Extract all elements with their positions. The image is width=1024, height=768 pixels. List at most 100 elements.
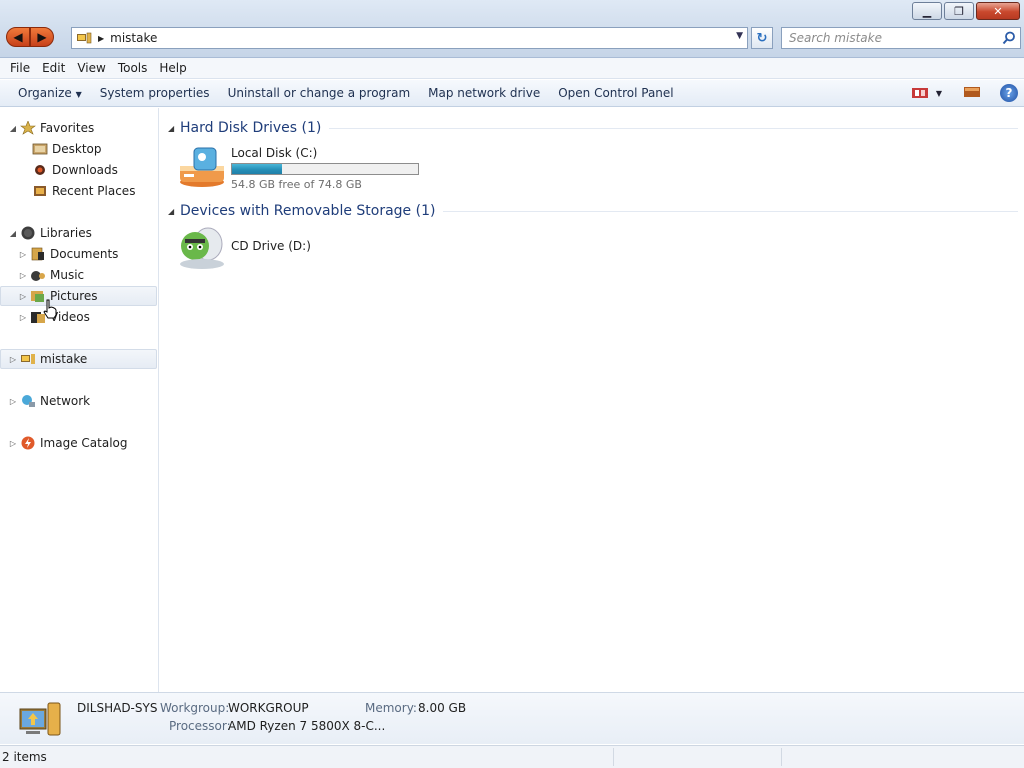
- drive-local-disk-c[interactable]: Local Disk (C:) 54.8 GB free of 74.8 GB: [178, 144, 419, 191]
- help-icon: ?: [1005, 86, 1013, 100]
- forward-button[interactable]: ▶: [30, 27, 54, 47]
- collapse-arrow-icon[interactable]: ▷: [18, 292, 28, 301]
- collapse-arrow-icon[interactable]: ▷: [8, 355, 18, 364]
- title-bar: ▁ ❐ ✕ ◀ ▶ ▶ mistake ▼ ↻ Search mistake: [0, 0, 1024, 58]
- map-network-drive-button[interactable]: Map network drive: [428, 86, 540, 100]
- content-area: ◢ Hard Disk Drives (1) Local Disk (C:) 5…: [160, 108, 1024, 692]
- collapse-arrow-icon[interactable]: ▷: [8, 439, 18, 448]
- group-divider: [443, 210, 1018, 212]
- nav-label: Recent Places: [52, 184, 136, 198]
- collapse-group-icon[interactable]: ◢: [168, 207, 180, 216]
- memory-value: 8.00 GB: [418, 701, 467, 715]
- toolbar-right: ▼ ?: [902, 84, 1018, 102]
- close-button[interactable]: ✕: [976, 2, 1020, 20]
- maximize-button[interactable]: ❐: [944, 2, 974, 20]
- item-count: 2 items: [2, 750, 47, 764]
- memory-label: Memory:: [365, 701, 417, 715]
- drive-free-space: 54.8 GB free of 74.8 GB: [231, 178, 362, 191]
- workgroup-label: Workgroup:: [160, 701, 230, 715]
- uninstall-program-button[interactable]: Uninstall or change a program: [228, 86, 411, 100]
- nav-videos[interactable]: ▷ Videos: [0, 307, 157, 327]
- menu-edit[interactable]: Edit: [36, 61, 71, 75]
- nav-favorites[interactable]: ◢ Favorites: [0, 118, 157, 138]
- navigation-pane: ◢ Favorites Desktop Downloads Recent Pla…: [0, 108, 159, 692]
- organize-button[interactable]: Organize ▼: [18, 86, 82, 100]
- desktop-icon: [32, 143, 48, 155]
- minimize-button[interactable]: ▁: [912, 2, 942, 20]
- nav-recent-places[interactable]: Recent Places: [0, 181, 157, 201]
- image-catalog-icon: [21, 436, 35, 450]
- window-controls: ▁ ❐ ✕: [910, 2, 1020, 20]
- usage-bar-fill: [232, 164, 282, 174]
- expand-arrow-icon[interactable]: ◢: [8, 124, 18, 133]
- menu-file[interactable]: File: [4, 61, 36, 75]
- preview-pane-icon: [964, 86, 980, 97]
- computer-icon: [19, 702, 61, 736]
- drive-info: CD Drive (D:): [231, 226, 311, 270]
- organize-label: Organize: [18, 86, 72, 100]
- collapse-arrow-icon[interactable]: ▷: [18, 250, 28, 259]
- details-pane: DILSHAD-SYS Workgroup: WORKGROUP Memory:…: [0, 692, 1024, 744]
- nav-documents[interactable]: ▷ Documents: [0, 244, 157, 264]
- navigation-buttons: ◀ ▶: [6, 27, 54, 47]
- breadcrumb-separator-icon[interactable]: ▶: [98, 34, 104, 43]
- nav-label: Network: [40, 394, 91, 408]
- star-icon: [20, 121, 36, 135]
- collapse-group-icon[interactable]: ◢: [168, 124, 180, 133]
- breadcrumb-item[interactable]: mistake: [110, 31, 157, 45]
- menu-help[interactable]: Help: [153, 61, 192, 75]
- collapse-arrow-icon[interactable]: ▷: [8, 397, 18, 406]
- back-arrow-icon: ◀: [13, 30, 23, 44]
- nav-pictures[interactable]: ▷ Pictures: [0, 286, 157, 306]
- drive-name: CD Drive (D:): [231, 239, 311, 253]
- nav-desktop[interactable]: Desktop: [0, 139, 157, 159]
- open-control-panel-button[interactable]: Open Control Panel: [558, 86, 673, 100]
- chevron-down-icon: ▼: [935, 88, 942, 98]
- status-divider: [613, 748, 614, 766]
- nav-libraries[interactable]: ◢ Libraries: [0, 223, 157, 243]
- refresh-button[interactable]: ↻: [751, 27, 773, 49]
- menu-view[interactable]: View: [71, 61, 111, 75]
- help-button[interactable]: ?: [1000, 84, 1018, 102]
- chevron-down-icon: ▼: [75, 90, 82, 99]
- expand-arrow-icon[interactable]: ◢: [8, 229, 18, 238]
- address-dropdown-icon[interactable]: ▼: [736, 31, 743, 41]
- computer-icon: [21, 354, 35, 364]
- drive-name: Local Disk (C:): [231, 146, 318, 160]
- drive-info: Local Disk (C:) 54.8 GB free of 74.8 GB: [231, 144, 419, 191]
- nav-computer[interactable]: ▷ mistake: [0, 349, 157, 369]
- processor-value: AMD Ryzen 7 5800X 8-C...: [228, 719, 386, 733]
- nav-music[interactable]: ▷ Music: [0, 265, 157, 285]
- search-input[interactable]: Search mistake: [781, 27, 1021, 49]
- computer-name: DILSHAD-SYS: [77, 701, 158, 715]
- music-icon: [31, 271, 45, 281]
- downloads-icon: [35, 165, 45, 175]
- group-title: Devices with Removable Storage (1): [180, 203, 436, 219]
- collapse-arrow-icon[interactable]: ▷: [18, 313, 28, 322]
- preview-pane-button[interactable]: [964, 86, 980, 101]
- group-header-removable[interactable]: ◢ Devices with Removable Storage (1): [168, 201, 1018, 221]
- nav-label: Libraries: [40, 226, 92, 240]
- system-properties-button[interactable]: System properties: [100, 86, 210, 100]
- refresh-icon: ↻: [756, 30, 768, 46]
- hard-drive-icon: [180, 147, 224, 187]
- usage-bar: [231, 163, 419, 175]
- address-bar[interactable]: ▶ mistake ▼: [71, 27, 748, 49]
- nav-network[interactable]: ▷ Network: [0, 391, 157, 411]
- nav-label: mistake: [40, 352, 88, 366]
- nav-downloads[interactable]: Downloads: [0, 160, 157, 180]
- nav-label: Downloads: [52, 163, 118, 177]
- menu-tools[interactable]: Tools: [112, 61, 154, 75]
- collapse-arrow-icon[interactable]: ▷: [18, 271, 28, 280]
- drive-cd-d[interactable]: CD Drive (D:): [178, 226, 311, 270]
- nav-image-catalog[interactable]: ▷ Image Catalog: [0, 433, 157, 453]
- group-title: Hard Disk Drives (1): [180, 120, 322, 136]
- command-bar: Organize ▼ System properties Uninstall o…: [0, 80, 1024, 107]
- back-button[interactable]: ◀: [6, 27, 30, 47]
- group-header-hard-disks[interactable]: ◢ Hard Disk Drives (1): [168, 118, 1018, 138]
- libraries-icon: [21, 226, 35, 240]
- status-divider: [781, 748, 782, 766]
- group-divider: [329, 127, 1018, 129]
- search-icon[interactable]: [1002, 31, 1016, 45]
- view-options-button[interactable]: ▼: [911, 87, 942, 99]
